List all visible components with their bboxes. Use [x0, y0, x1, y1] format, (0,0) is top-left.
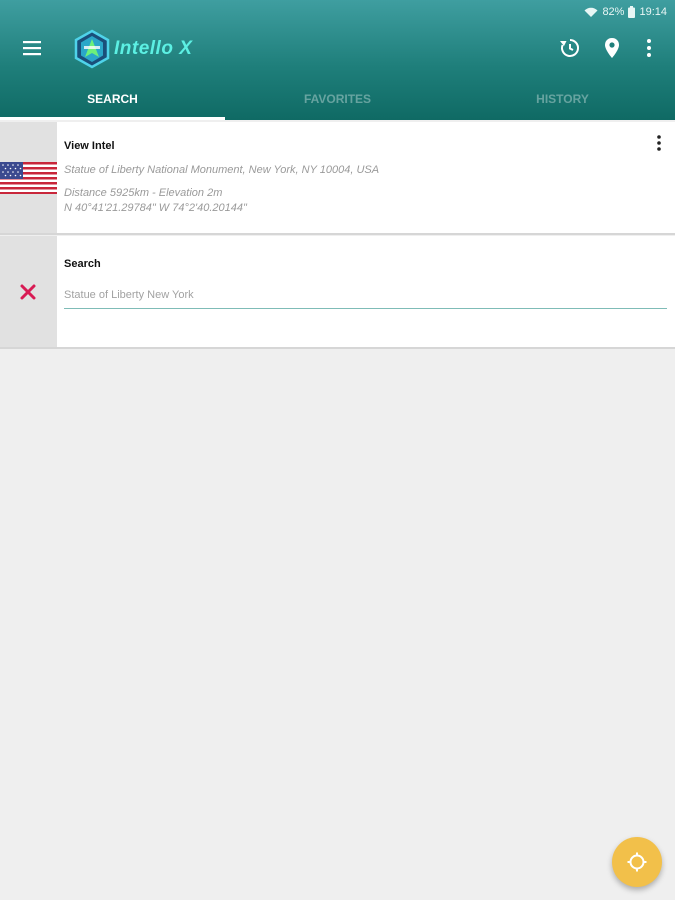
my-location-icon	[627, 852, 647, 872]
card-leading-area	[0, 236, 57, 347]
status-bar: 82% 19:14	[584, 4, 667, 20]
app-logo-icon	[74, 29, 110, 69]
close-icon[interactable]	[18, 282, 38, 302]
tab-favorites[interactable]: FAVORITES	[225, 78, 450, 120]
wifi-icon	[584, 7, 598, 17]
my-location-button[interactable]	[612, 837, 662, 887]
clock: 19:14	[639, 6, 667, 18]
tab-history[interactable]: HISTORY	[450, 78, 675, 120]
view-intel-card[interactable]: View Intel Statue of Liberty National Mo…	[0, 122, 675, 235]
search-card: Search	[0, 236, 675, 349]
more-vertical-icon[interactable]	[637, 36, 661, 60]
tab-search[interactable]: SEARCH	[0, 78, 225, 120]
intel-distance: Distance 5925km - Elevation 2m	[64, 187, 223, 199]
tab-bar: SEARCH FAVORITES HISTORY	[0, 78, 675, 120]
toolbar: Intello X	[0, 26, 675, 70]
hamburger-menu-icon[interactable]	[20, 38, 44, 58]
battery-percent: 82%	[602, 6, 625, 18]
us-flag-icon	[0, 162, 57, 194]
search-input[interactable]	[64, 282, 667, 309]
location-pin-icon[interactable]	[600, 36, 624, 60]
app-bar: 82% 19:14 Intello X SEARCH FAVORITES HIS…	[0, 0, 675, 120]
battery-icon	[628, 6, 636, 18]
app-title: Intello X	[114, 38, 193, 59]
search-card-title: Search	[64, 258, 101, 270]
history-icon[interactable]	[558, 36, 582, 60]
intel-coordinates: N 40°41'21.29784" W 74°2'40.20144"	[64, 202, 247, 214]
card-leading-area	[0, 122, 57, 233]
card-more-icon[interactable]	[653, 134, 665, 152]
intel-card-title: View Intel	[64, 140, 115, 152]
intel-address: Statue of Liberty National Monument, New…	[64, 164, 380, 176]
